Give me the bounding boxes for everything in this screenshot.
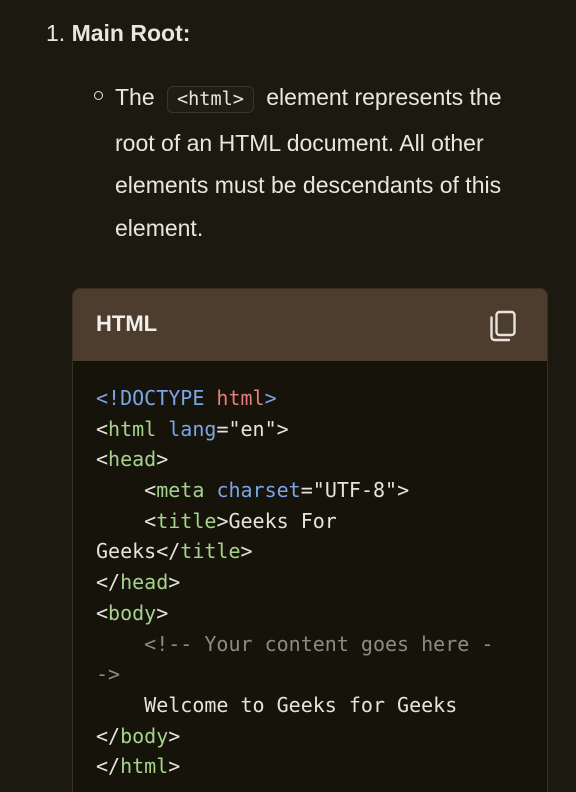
bullet-text-before: The <box>115 84 155 110</box>
code-token: >Geeks For <box>216 508 337 533</box>
code-token: head <box>108 447 157 472</box>
code-token: meta <box>156 478 205 503</box>
code-token: </ <box>96 723 121 748</box>
code-line: <head> <box>96 444 493 475</box>
code-token: title <box>156 508 217 533</box>
code-line: </html> <box>96 751 493 782</box>
code-token: <!DOCTYPE <box>96 386 217 410</box>
code-token: charset <box>216 478 301 503</box>
code-token: > <box>168 754 181 779</box>
code-token: html <box>216 386 265 410</box>
code-token: html <box>108 416 157 441</box>
list-item-heading: 1. Main Root: <box>46 18 190 48</box>
code-token: < <box>96 478 157 503</box>
code-content: <!DOCTYPE html> <html lang="en"> <head> <m… <box>96 383 493 782</box>
code-token: </ <box>96 754 121 779</box>
code-token: body <box>108 600 157 625</box>
code-token: Welcome to Geeks for Geeks <box>96 692 458 717</box>
code-line: -> <box>96 659 493 690</box>
code-token: html <box>120 754 169 779</box>
code-token: < <box>96 447 109 472</box>
inline-code: <html> <box>167 86 254 113</box>
code-line: Geeks</title> <box>96 536 493 567</box>
code-token: -> <box>96 662 121 687</box>
code-token: > <box>240 539 253 564</box>
code-token: head <box>120 570 169 595</box>
code-line: <!-- Your content goes here - <box>96 629 493 660</box>
code-block: HTML <!DOCTYPE html> <html lang="en"> <hea… <box>72 288 548 792</box>
code-token: <!-- Your content goes here - <box>96 631 494 656</box>
code-line: <title>Geeks For <box>96 506 493 537</box>
code-token: body <box>120 723 169 748</box>
code-line: <meta charset="UTF-8"> <box>96 475 493 506</box>
code-token: > <box>264 386 277 410</box>
code-line: <html lang="en"> <box>96 414 493 445</box>
code-line: </head> <box>96 567 493 598</box>
code-token: < <box>96 600 109 625</box>
bullet-paragraph: The <html> element represents the root o… <box>115 76 545 249</box>
list-number: 1. <box>46 20 66 46</box>
copy-icon[interactable] <box>489 310 517 342</box>
code-line: </body> <box>96 721 493 752</box>
code-line: Welcome to Geeks for Geeks <box>96 690 493 721</box>
code-token: > <box>156 600 169 625</box>
code-token: ="UTF-8"> <box>300 478 410 503</box>
code-token: > <box>156 447 169 472</box>
code-token: title <box>180 539 241 564</box>
code-token: Geeks</ <box>96 539 181 564</box>
code-token: </ <box>96 570 121 595</box>
code-language-label: HTML <box>96 311 158 336</box>
list-title: Main Root: <box>71 20 191 46</box>
code-token: lang <box>168 416 217 441</box>
code-token: < <box>96 416 109 441</box>
bullet-circle-icon <box>94 91 103 100</box>
code-line: <body> <box>96 598 493 629</box>
code-block-header: HTML <box>73 289 547 361</box>
code-token: < <box>96 508 157 533</box>
code-token: ="en"> <box>216 416 289 441</box>
code-line: <!DOCTYPE html> <box>96 383 493 414</box>
code-token: > <box>168 723 181 748</box>
code-token: > <box>168 570 181 595</box>
